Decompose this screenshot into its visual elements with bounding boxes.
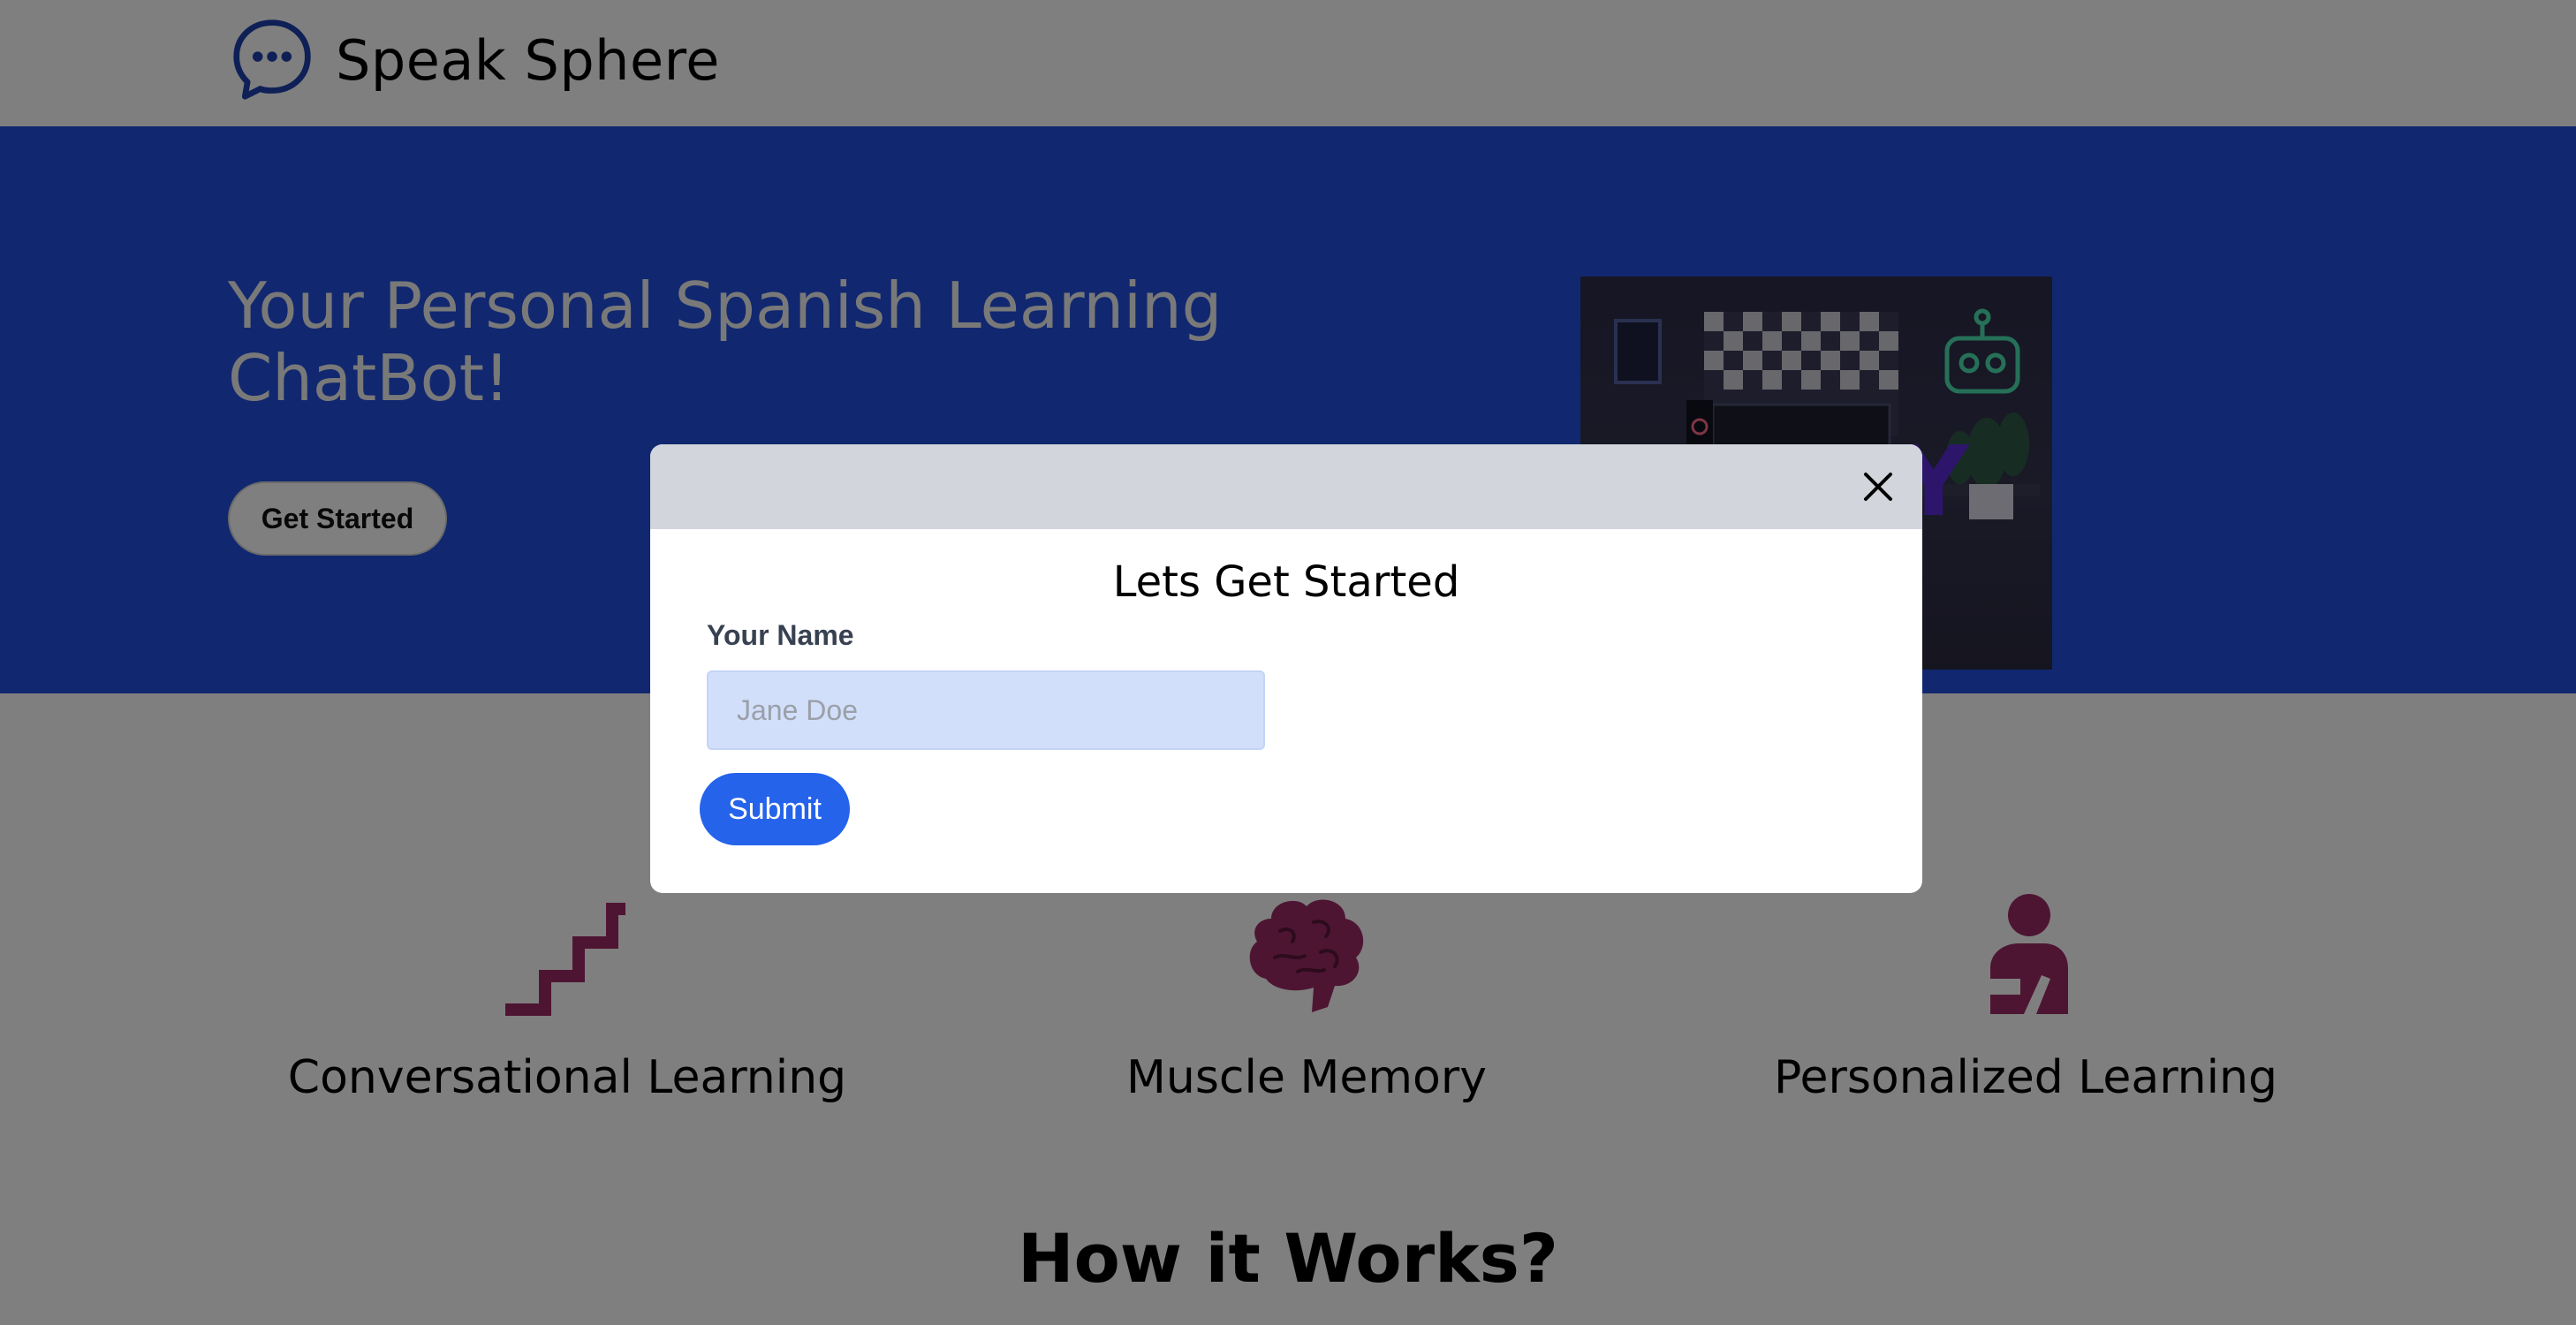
close-icon [1857,473,1899,511]
name-input[interactable] [707,670,1265,750]
name-label: Your Name [707,619,854,651]
modal-header [650,444,1922,529]
modal-title: Lets Get Started [1112,557,1460,607]
submit-button[interactable]: Submit [700,773,850,845]
close-button[interactable] [1857,466,1899,508]
get-started-modal: Lets Get Started Your Name Submit [650,444,1922,893]
